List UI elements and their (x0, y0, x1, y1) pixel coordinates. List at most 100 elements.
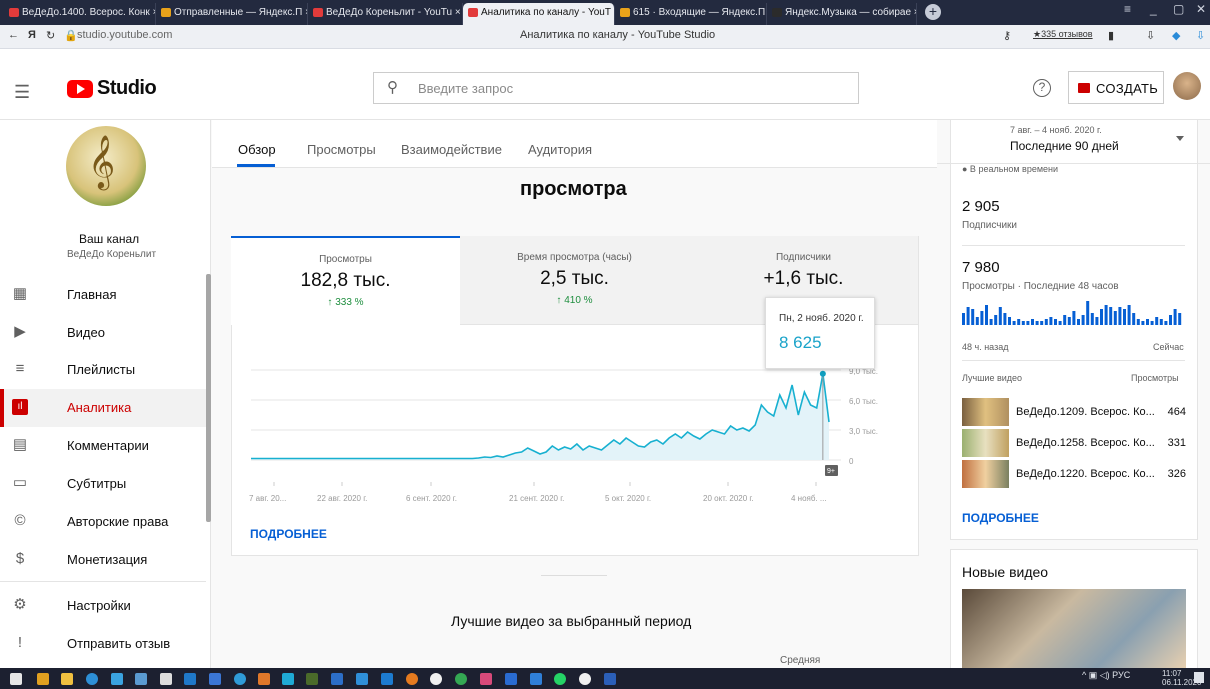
spark-bar (1146, 319, 1149, 325)
app-icon[interactable] (282, 673, 294, 685)
app-icon[interactable] (61, 673, 73, 685)
x-tick-label: 20 окт. 2020 г. (703, 494, 754, 503)
spark-bar (1104, 305, 1108, 325)
app-icon[interactable] (209, 673, 221, 685)
tab-overview[interactable]: Обзор (238, 142, 276, 157)
tab-views[interactable]: Просмотры (307, 142, 376, 157)
browser-tab[interactable]: ВеДеДо.1400. Всерос. Конк × (4, 3, 156, 25)
app-icon[interactable] (111, 673, 123, 685)
word-icon[interactable] (604, 673, 616, 685)
browser-tab[interactable]: Яндекс.Музыка — собирае × (767, 3, 917, 25)
spark-bar (1058, 321, 1062, 325)
app-icon[interactable] (356, 673, 368, 685)
views-48h-sparkline[interactable] (962, 299, 1186, 329)
video-thumbnail (962, 429, 1009, 457)
channel-avatar[interactable]: 𝄞 (66, 126, 146, 206)
save-icon[interactable] (530, 673, 542, 685)
sidebar-item-settings[interactable]: ⚙ Настройки (0, 587, 211, 625)
reload-icon[interactable]: ↻ (46, 29, 55, 42)
tray-arrows-icon: ^ ▣ ◁) (1082, 670, 1110, 680)
reviews-link[interactable]: ★335 отзывов (1033, 29, 1093, 40)
spark-bar (1021, 321, 1025, 325)
sidebar-item-monetization[interactable]: $ Монетизация (0, 541, 211, 579)
sidebar-item-feedback[interactable]: ! Отправить отзыв (0, 625, 211, 663)
avg-column-header: Средняя (780, 655, 821, 666)
app-icon[interactable] (160, 673, 172, 685)
help-icon[interactable]: ? (1033, 79, 1051, 97)
browser-tab-active[interactable]: Аналитика по каналу - YouT × (463, 3, 615, 25)
key-icon[interactable]: ⚷ (1003, 29, 1011, 42)
app-icon[interactable] (184, 673, 196, 685)
yandex-browser-icon[interactable] (430, 673, 442, 685)
mail-favicon-icon (161, 8, 171, 17)
sidebar-item-comments[interactable]: ▤ Комментарии (0, 427, 211, 465)
studio-logo[interactable]: Studio (67, 77, 157, 102)
new-video-thumbnail[interactable] (962, 589, 1186, 669)
start-icon[interactable] (10, 673, 22, 685)
views48-value: 7 980 (962, 259, 1000, 276)
browser-tab[interactable]: Отправленные — Яндекс.П × (156, 3, 308, 25)
list-item[interactable]: ВеДеДо.1209. Всерос. Ко... 464 (962, 398, 1186, 428)
app-icon[interactable] (258, 673, 270, 685)
spark-bar (1127, 305, 1131, 325)
app-icon[interactable] (135, 673, 147, 685)
sidebar-item-copyright[interactable]: © Авторские права (0, 503, 211, 541)
download-arrow-icon[interactable]: ⇩ (1196, 29, 1205, 42)
yandex-logo-icon[interactable]: Я (28, 29, 36, 41)
spark-bar (1003, 313, 1007, 325)
app-icon[interactable] (406, 673, 418, 685)
metric-views[interactable]: Просмотры 182,8 тыс. ↑ 333 % (231, 236, 460, 325)
date-range-label[interactable]: Последние 90 дней (1010, 139, 1119, 153)
chevron-down-icon[interactable] (1176, 136, 1184, 141)
app-icon[interactable] (480, 673, 492, 685)
app-icon[interactable] (455, 673, 467, 685)
yandex-browser-icon[interactable] (579, 673, 591, 685)
app-icon[interactable] (37, 673, 49, 685)
url-field[interactable]: studio.youtube.com (77, 29, 172, 41)
extension-icon[interactable]: ◆ (1172, 29, 1180, 42)
spark-bar (1017, 319, 1021, 325)
sidebar-item-dashboard[interactable]: ▦ Главная (0, 276, 211, 314)
metric-watch-time[interactable]: Время просмотра (часы) 2,5 тыс. ↑ 410 % (460, 236, 689, 325)
notifications-icon[interactable] (1194, 672, 1204, 683)
restore-icon[interactable]: ▢ (1173, 2, 1184, 16)
close-icon[interactable]: ✕ (1196, 2, 1206, 16)
search-input[interactable]: ⚲ Введите запрос (373, 72, 859, 104)
video-count-badge-label: 9+ (827, 468, 835, 475)
app-icon[interactable] (306, 673, 318, 685)
browser-tab[interactable]: ВеДеДо Кореньлит - YouTu × (308, 3, 463, 25)
back-icon[interactable]: ← (8, 29, 19, 41)
menu-icon[interactable]: ≡ (1124, 2, 1131, 16)
avatar[interactable] (1173, 72, 1201, 100)
bookmark-icon[interactable]: ▮ (1108, 29, 1114, 42)
hamburger-menu-icon[interactable]: ☰ (14, 82, 30, 103)
spark-bar (1044, 319, 1048, 325)
spark-bar (1008, 317, 1011, 325)
app-icon[interactable] (331, 673, 343, 685)
y-tick-label: 3,0 тыс. (849, 427, 878, 436)
app-icon[interactable] (505, 673, 517, 685)
sidebar-item-playlists[interactable]: ≡ Плейлисты (0, 351, 211, 389)
list-item[interactable]: ВеДеДо.1220. Всерос. Ко... 326 (962, 460, 1186, 490)
youtube-play-icon (67, 80, 93, 98)
tab-engagement[interactable]: Взаимодействие (401, 142, 502, 157)
sidebar-item-videos[interactable]: ▶ Видео (0, 314, 211, 352)
downloads-icon[interactable]: ⇩ (1146, 29, 1155, 42)
new-tab-plus-icon[interactable]: + (925, 4, 941, 20)
browser-tab[interactable]: 615 · Входящие — Яндекс.П × (615, 3, 767, 25)
more-link[interactable]: ПОДРОБНЕЕ (250, 527, 327, 541)
list-item[interactable]: ВеДеДо.1258. Всерос. Ко... 331 (962, 429, 1186, 459)
tab-audience[interactable]: Аудитория (528, 142, 592, 157)
app-icon[interactable] (234, 673, 246, 685)
spark-bar (1081, 315, 1085, 325)
create-button[interactable]: СОЗДАТЬ (1068, 71, 1164, 104)
sidebar-item-analytics[interactable]: ıl Аналитика (0, 389, 211, 427)
system-tray[interactable]: ^ ▣ ◁) РУС 11:07 06.11.2020 (1082, 669, 1201, 687)
sidebar-scrollbar[interactable] (206, 274, 211, 522)
more-link[interactable]: ПОДРОБНЕЕ (962, 511, 1039, 525)
whatsapp-icon[interactable] (554, 673, 566, 685)
sidebar-item-subtitles[interactable]: ▭ Субтитры (0, 465, 211, 503)
minimize-icon[interactable]: _ (1150, 2, 1157, 16)
edge-icon[interactable] (86, 673, 98, 685)
skype-icon[interactable] (381, 673, 393, 685)
